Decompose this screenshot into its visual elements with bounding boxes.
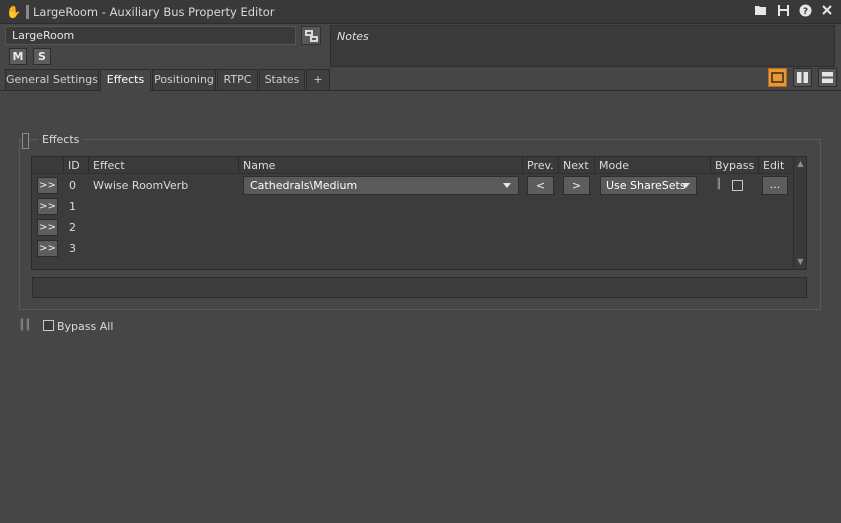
chevron-down-icon: [682, 183, 690, 188]
expand-row-button[interactable]: >>: [37, 177, 58, 194]
save-icon[interactable]: [775, 4, 791, 20]
column-header-id[interactable]: ID: [63, 157, 88, 174]
expand-row-button[interactable]: >>: [37, 240, 58, 257]
two-column-icon[interactable]: [793, 68, 812, 87]
prev-button[interactable]: <: [527, 176, 554, 195]
mode-dropdown[interactable]: Use ShareSets: [600, 176, 697, 195]
edit-button[interactable]: ...: [762, 176, 788, 195]
svg-text:?: ?: [802, 7, 807, 17]
bypass-all-icon: ║║: [19, 320, 32, 331]
solo-button[interactable]: S: [33, 48, 51, 65]
scroll-up-icon[interactable]: ▲: [794, 158, 807, 170]
table-scrollbar[interactable]: ▲ ▼: [793, 157, 806, 269]
object-name-field[interactable]: LargeRoom: [5, 26, 296, 45]
tab-rtpc[interactable]: RTPC: [217, 69, 258, 91]
folder-icon[interactable]: [753, 4, 769, 20]
bypass-checkbox[interactable]: [732, 180, 743, 191]
column-header-name[interactable]: Name: [238, 157, 522, 174]
column-header-next[interactable]: Next: [558, 157, 594, 174]
column-header-mode[interactable]: Mode: [594, 157, 710, 174]
effects-table: ID Effect Name Prev. Next Mode Bypass Ed…: [31, 156, 807, 270]
effect-type: Wwise RoomVerb: [93, 179, 189, 192]
bus-icon: ✋: [6, 5, 21, 19]
group-collapse-handle[interactable]: [22, 133, 29, 149]
row-id: 3: [69, 242, 76, 255]
scroll-down-icon[interactable]: ▼: [794, 256, 807, 268]
expand-row-button[interactable]: >>: [37, 219, 58, 236]
effects-group-title: Effects: [38, 133, 84, 146]
expand-row-button[interactable]: >>: [37, 198, 58, 215]
table-header: ID Effect Name Prev. Next Mode Bypass Ed…: [32, 157, 792, 174]
column-header-bypass[interactable]: Bypass: [710, 157, 758, 174]
mute-button[interactable]: M: [9, 48, 27, 65]
mode-value: Use ShareSets: [606, 179, 686, 192]
next-button[interactable]: >: [563, 176, 590, 195]
two-row-icon[interactable]: [818, 68, 837, 87]
tab-positioning[interactable]: Positioning: [152, 69, 216, 91]
column-header-edit[interactable]: Edit: [758, 157, 792, 174]
tab-effects[interactable]: Effects: [100, 69, 151, 92]
chevron-down-icon: [503, 183, 511, 188]
row-id: 1: [69, 200, 76, 213]
title-separator: [26, 5, 29, 19]
row-id: 2: [69, 221, 76, 234]
bypass-all-label: Bypass All: [57, 320, 114, 333]
link-icon[interactable]: [301, 26, 321, 45]
row-id: 0: [69, 179, 76, 192]
title-bar: ✋ LargeRoom - Auxiliary Bus Property Edi…: [0, 0, 841, 24]
effect-status-bar: [32, 277, 807, 298]
tab-states[interactable]: States: [259, 69, 305, 91]
shareset-name-dropdown[interactable]: Cathedrals\Medium: [243, 176, 519, 195]
window-title: LargeRoom - Auxiliary Bus Property Edito…: [33, 5, 275, 19]
tab-bar: General Settings Effects Positioning RTP…: [0, 68, 841, 92]
bypass-icon: ║: [716, 179, 723, 190]
column-header-effect[interactable]: Effect: [88, 157, 238, 174]
help-icon[interactable]: ?: [797, 4, 813, 20]
shareset-name-value: Cathedrals\Medium: [250, 179, 358, 192]
column-header-prev[interactable]: Prev.: [522, 157, 558, 174]
close-icon[interactable]: [819, 4, 835, 20]
notes-field[interactable]: Notes: [330, 25, 835, 67]
single-pane-icon[interactable]: [768, 68, 787, 87]
bypass-all-checkbox[interactable]: [43, 320, 54, 331]
tab-general-settings[interactable]: General Settings: [5, 69, 99, 91]
add-tab-button[interactable]: +: [306, 69, 330, 91]
